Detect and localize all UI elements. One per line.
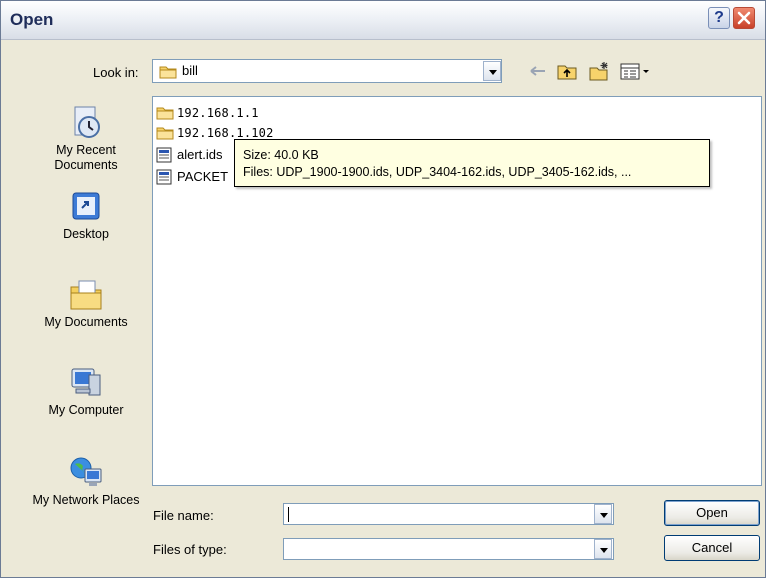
place-my-network-places[interactable]: My Network Places (26, 455, 146, 508)
title-bar[interactable]: Open ? (1, 1, 765, 40)
tooltip-size: Size: 40.0 KB (243, 148, 319, 162)
folder-icon (156, 107, 174, 120)
my-documents-icon (70, 280, 102, 310)
file-type-label: Files of type: (153, 542, 227, 557)
file-type-dropdown-arrow[interactable] (594, 539, 612, 559)
look-in-dropdown-arrow[interactable] (483, 61, 501, 81)
recent-documents-icon (74, 106, 100, 138)
close-icon (737, 11, 751, 25)
look-in-label: Look in: (93, 65, 139, 80)
place-my-recent-documents[interactable]: My Recent Documents (26, 105, 146, 173)
folder-icon (156, 127, 174, 140)
place-label: My Computer (48, 403, 124, 417)
window-title: Open (10, 10, 54, 29)
file-name: alert.ids (177, 147, 223, 162)
file-name-dropdown-arrow[interactable] (594, 504, 612, 524)
tooltip-files: Files: UDP_1900-1900.ids, UDP_3404-162.i… (243, 165, 632, 179)
folder-icon (159, 66, 177, 79)
text-caret (288, 507, 289, 522)
cancel-button[interactable]: Cancel (664, 535, 760, 561)
close-button[interactable] (733, 7, 755, 29)
my-computer-icon (71, 368, 101, 396)
view-menu-icon[interactable] (619, 60, 651, 82)
file-name-label: File name: (153, 508, 214, 523)
places-bar: My Recent Documents Desktop My Documents… (26, 97, 146, 573)
file-type-select[interactable] (283, 538, 614, 560)
file-tooltip: Size: 40.0 KB Files: UDP_1900-1900.ids, … (234, 139, 710, 187)
desktop-icon (72, 192, 100, 220)
place-my-computer[interactable]: My Computer (26, 365, 146, 418)
look-in-value: bill (182, 63, 198, 78)
place-label: My Documents (44, 315, 128, 329)
place-my-documents[interactable]: My Documents (26, 277, 146, 330)
look-in-dropdown[interactable]: bill (152, 59, 502, 83)
file-name-input[interactable] (283, 503, 614, 525)
help-icon: ? (714, 9, 724, 26)
place-label: My Network Places (32, 493, 140, 507)
ids-file-icon (156, 169, 172, 185)
file-name: 192.168.1.1 (177, 106, 259, 120)
place-label: My Recent Documents (54, 143, 118, 172)
place-desktop[interactable]: Desktop (26, 189, 146, 242)
open-button[interactable]: Open (664, 500, 760, 526)
file-name: PACKET (177, 169, 229, 184)
network-places-icon (70, 457, 102, 486)
new-folder-icon[interactable] (588, 60, 610, 82)
open-dialog: Open ? Look in: bill My Recent Documents… (0, 0, 766, 578)
ids-file-icon (156, 147, 172, 163)
place-label: Desktop (63, 227, 109, 241)
back-arrow-icon[interactable] (527, 60, 549, 82)
up-one-level-icon[interactable] (556, 60, 578, 82)
help-button[interactable]: ? (708, 7, 730, 29)
